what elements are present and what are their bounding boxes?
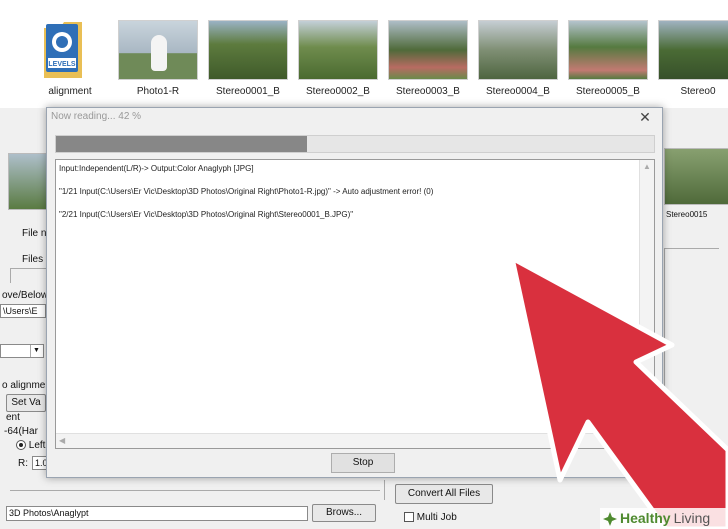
left-radio-label: Left: [28, 440, 46, 451]
above-below-label: ove/Below: [2, 290, 49, 301]
log-line: "2/21 Input(C:\Users\Er Vic\Desktop\3D P…: [59, 210, 354, 219]
auto-align-label: o alignme: [2, 380, 46, 391]
scroll-up-icon[interactable]: ▲: [643, 162, 651, 171]
thumbnail-caption: Stereo0005_B: [576, 86, 640, 97]
progress-fill: [56, 136, 308, 152]
thumbnail-stereo0001[interactable]: Stereo0001_B: [206, 0, 290, 108]
watermark-text: Healthy Living: [620, 510, 711, 526]
thumbnail-caption: Stereo0001_B: [216, 86, 280, 97]
ent-label: ent: [6, 412, 20, 423]
thumbnail-caption: alignment: [48, 86, 92, 97]
set-value-button[interactable]: Set Va: [6, 394, 46, 412]
stop-button[interactable]: Stop: [331, 453, 395, 473]
leaf-logo-icon: [603, 512, 617, 526]
thumbnail-stereo0004[interactable]: Stereo0004_B: [476, 0, 560, 108]
multi-job-checkbox[interactable]: Multi Job: [404, 512, 457, 523]
background-thumbnail[interactable]: [664, 148, 728, 205]
photo-image: [478, 20, 558, 80]
thumbnail-strip: LEVELS alignment Photo1-R Stereo0001_B S…: [0, 0, 728, 108]
thumbnail-caption: Stereo0015: [666, 210, 708, 219]
thumbnail-caption: Stereo0004_B: [486, 86, 550, 97]
chevron-down-icon: ▼: [30, 345, 42, 357]
watermark: Healthy Living: [600, 508, 728, 529]
red-arrow-icon: [509, 255, 728, 529]
dialog-title: Now reading... 42 %: [51, 111, 142, 122]
photo-image: [568, 20, 648, 80]
photo-image: [658, 20, 728, 80]
convert-all-files-button[interactable]: Convert All Files: [395, 484, 493, 504]
thumbnail-alignment-folder[interactable]: LEVELS alignment: [28, 0, 112, 108]
multi-job-label: Multi Job: [416, 512, 457, 523]
r-label: R:: [18, 458, 28, 469]
folder-label: LEVELS: [48, 61, 76, 68]
thumbnail-stereo0-partial[interactable]: Stereo0: [656, 0, 728, 108]
thumbnail-stereo0003[interactable]: Stereo0003_B: [386, 0, 470, 108]
format-select[interactable]: ▼: [0, 344, 44, 358]
range-label: -64(Har: [4, 426, 38, 437]
photo-image: [388, 20, 468, 80]
thumbnail-caption: Stereo0: [680, 86, 716, 97]
folder-icon: LEVELS: [44, 22, 82, 78]
path-field[interactable]: \Users\E: [0, 304, 46, 318]
photo-image: [298, 20, 378, 80]
scroll-left-icon[interactable]: ◀: [59, 436, 65, 445]
log-line: "1/21 Input(C:\Users\Er Vic\Desktop\3D P…: [59, 187, 434, 196]
browse-button[interactable]: Brows...: [312, 504, 376, 522]
log-line: Input:Independent(L/R)-> Output:Color An…: [59, 164, 254, 173]
close-icon[interactable]: ✕: [638, 110, 652, 124]
left-radio[interactable]: Left: [16, 440, 45, 451]
output-path-field[interactable]: 3D Photos\Anaglypt: [6, 506, 308, 521]
photo-image: [118, 20, 198, 80]
thumbnail-stereo0002[interactable]: Stereo0002_B: [296, 0, 380, 108]
thumbnail-caption: Stereo0003_B: [396, 86, 460, 97]
thumbnail-photo1-r[interactable]: Photo1-R: [116, 0, 200, 108]
thumbnail-stereo0005[interactable]: Stereo0005_B: [566, 0, 650, 108]
progress-bar: [55, 135, 655, 153]
photo-image: [208, 20, 288, 80]
thumbnail-caption: Stereo0002_B: [306, 86, 370, 97]
thumbnail-caption: Photo1-R: [136, 86, 180, 97]
